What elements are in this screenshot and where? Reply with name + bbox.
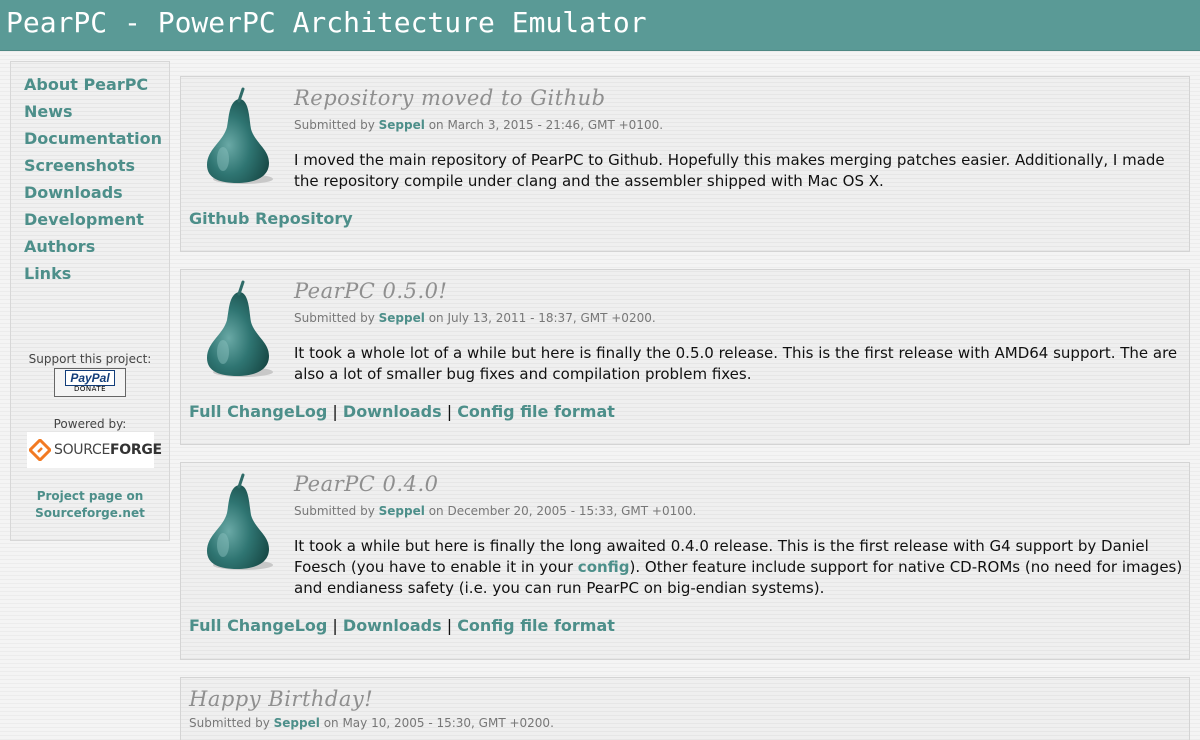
post-date: on May 10, 2005 - 15:30, GMT +0200. xyxy=(323,716,554,730)
site-header: PearPC - PowerPC Architecture Emulator xyxy=(0,0,1200,51)
link-separator: | xyxy=(332,402,338,421)
post-body: I moved the main repository of PearPC to… xyxy=(294,151,1165,190)
sourceforge-text-a: SOURCE xyxy=(54,442,111,458)
paypal-logo-text: PayPal xyxy=(65,370,115,386)
submitted-by-label: Submitted by xyxy=(294,504,375,518)
submitted-by-label: Submitted by xyxy=(294,118,375,132)
support-label: Support this project: xyxy=(28,352,152,366)
downloads-link[interactable]: Downloads xyxy=(343,402,442,421)
sourceforge-text-b: FORGE xyxy=(110,442,162,458)
sidebar-nav: About PearPC News Documentation Screensh… xyxy=(24,73,162,289)
nav-about-pearpc[interactable]: About PearPC xyxy=(24,73,162,100)
post-meta: Submitted by Seppel on May 10, 2005 - 15… xyxy=(189,716,554,730)
pear-icon xyxy=(199,471,279,575)
post-title[interactable]: Repository moved to Github xyxy=(294,86,606,110)
news-post: Happy Birthday! Submitted by Seppel on M… xyxy=(180,677,1190,740)
post-date: on March 3, 2015 - 21:46, GMT +0100. xyxy=(428,118,664,132)
nav-links[interactable]: Links xyxy=(24,262,162,289)
post-title[interactable]: Happy Birthday! xyxy=(189,687,373,711)
sourceforge-logo-icon xyxy=(29,439,51,461)
submitted-by-label: Submitted by xyxy=(294,311,375,325)
nav-authors[interactable]: Authors xyxy=(24,235,162,262)
post-author-link[interactable]: Seppel xyxy=(379,504,425,518)
config-link[interactable]: config xyxy=(578,558,630,576)
site-title[interactable]: PearPC - PowerPC Architecture Emulator xyxy=(6,6,647,39)
pear-icon xyxy=(199,278,279,382)
github-repository-link[interactable]: Github Repository xyxy=(189,209,353,228)
news-post: PearPC 0.5.0! Submitted by Seppel on Jul… xyxy=(180,269,1190,445)
post-body: It took a while but here is finally the … xyxy=(294,536,1184,599)
news-post: PearPC 0.4.0 Submitted by Seppel on Dece… xyxy=(180,462,1190,660)
post-links: Github Repository xyxy=(189,209,353,228)
post-title[interactable]: PearPC 0.5.0! xyxy=(294,279,447,303)
submitted-by-label: Submitted by xyxy=(189,716,270,730)
sidebar: About PearPC News Documentation Screensh… xyxy=(10,61,170,541)
pear-icon xyxy=(199,85,279,189)
post-links: Full ChangeLog | Downloads | Config file… xyxy=(189,616,615,635)
news-post: Repository moved to Github Submitted by … xyxy=(180,76,1190,252)
sourceforge-logo[interactable]: SOURCEFORGE xyxy=(27,432,162,468)
powered-by-label: Powered by: xyxy=(53,417,127,431)
downloads-link[interactable]: Downloads xyxy=(343,616,442,635)
post-author-link[interactable]: Seppel xyxy=(379,311,425,325)
config-file-format-link[interactable]: Config file format xyxy=(457,402,615,421)
post-date: on December 20, 2005 - 15:33, GMT +0100. xyxy=(428,504,697,518)
link-separator: | xyxy=(446,616,453,635)
paypal-donate-label: DONATE xyxy=(73,385,107,393)
post-body: It took a whole lot of a while but here … xyxy=(294,344,1178,383)
post-links: Full ChangeLog | Downloads | Config file… xyxy=(189,402,615,421)
project-page-link[interactable]: Project page on Sourceforge.net xyxy=(11,488,169,522)
link-separator: | xyxy=(446,402,453,421)
nav-development[interactable]: Development xyxy=(24,208,162,235)
post-title[interactable]: PearPC 0.4.0 xyxy=(294,472,438,496)
nav-documentation[interactable]: Documentation xyxy=(24,127,162,154)
nav-downloads[interactable]: Downloads xyxy=(24,181,162,208)
link-separator: | xyxy=(332,616,338,635)
project-link-line2: Sourceforge.net xyxy=(35,506,145,520)
nav-news[interactable]: News xyxy=(24,100,162,127)
post-meta: Submitted by Seppel on July 13, 2011 - 1… xyxy=(294,311,656,325)
post-date: on July 13, 2011 - 18:37, GMT +0200. xyxy=(428,311,656,325)
nav-screenshots[interactable]: Screenshots xyxy=(24,154,162,181)
paypal-donate-button[interactable]: PayPal DONATE xyxy=(54,368,126,397)
full-changelog-link[interactable]: Full ChangeLog xyxy=(189,616,327,635)
full-changelog-link[interactable]: Full ChangeLog xyxy=(189,402,327,421)
project-link-line1: Project page on xyxy=(36,489,144,503)
post-meta: Submitted by Seppel on March 3, 2015 - 2… xyxy=(294,118,663,132)
post-author-link[interactable]: Seppel xyxy=(379,118,425,132)
config-file-format-link[interactable]: Config file format xyxy=(457,616,615,635)
post-author-link[interactable]: Seppel xyxy=(274,716,320,730)
post-meta: Submitted by Seppel on December 20, 2005… xyxy=(294,504,696,518)
